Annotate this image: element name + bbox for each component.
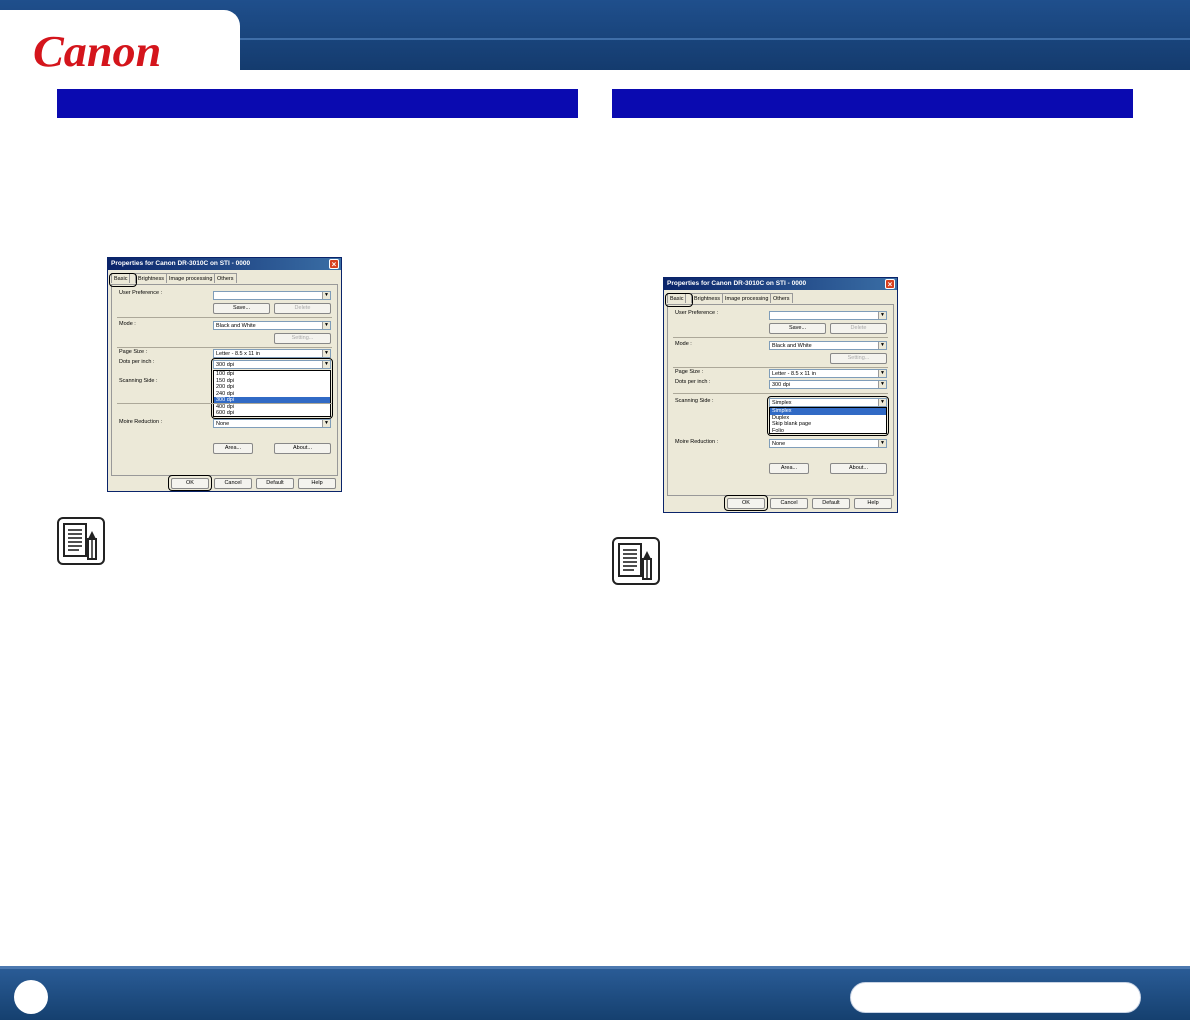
user-pref-label: User Preference :	[119, 290, 163, 296]
help-button[interactable]: Help	[298, 478, 336, 489]
scan-side-label: Scanning Side :	[675, 398, 714, 404]
page-header: Canon	[0, 0, 1190, 76]
canon-logo: Canon	[32, 27, 162, 76]
dialog-title: Properties for Canon DR-3010C on STI - 0…	[111, 260, 251, 267]
properties-dialog-scanning-side: Properties for Canon DR-3010C on STI - 0…	[663, 277, 898, 513]
mode-select[interactable]: Black and White ▼	[213, 321, 331, 330]
default-button[interactable]: Default	[812, 498, 850, 509]
dialog-title-bar: Properties for Canon DR-3010C on STI - 0…	[664, 278, 897, 290]
tab-image-processing[interactable]: Image processing	[166, 273, 216, 283]
close-icon[interactable]: ×	[329, 259, 339, 269]
note-pencil-icon	[612, 537, 660, 585]
page-size-label: Page Size :	[675, 369, 704, 375]
highlight-ring-ok	[168, 475, 212, 491]
default-button[interactable]: Default	[256, 478, 294, 489]
page-size-value: Letter - 8.5 x 11 in	[772, 371, 816, 377]
dpi-label: Dots per inch :	[119, 359, 155, 365]
footer-nav-pill[interactable]	[850, 982, 1141, 1013]
highlight-ring-ok	[724, 495, 768, 511]
page-size-select[interactable]: Letter - 8.5 x 11 in ▼	[213, 349, 331, 358]
cancel-button[interactable]: Cancel	[770, 498, 808, 509]
moire-label: Moire Reduction :	[119, 419, 163, 425]
tab-others[interactable]: Others	[770, 293, 793, 303]
help-button[interactable]: Help	[854, 498, 892, 509]
setting-button[interactable]: Setting...	[274, 333, 331, 344]
scan-side-label: Scanning Side :	[119, 378, 158, 384]
highlight-ring-scan-side	[767, 396, 889, 436]
about-button[interactable]: About...	[274, 443, 331, 454]
dialog-title-bar: Properties for Canon DR-3010C on STI - 0…	[108, 258, 341, 270]
dialog-title: Properties for Canon DR-3010C on STI - 0…	[667, 280, 807, 287]
save-button[interactable]: Save...	[213, 303, 270, 314]
manual-page: Canon Properties for Canon DR-3010C on S…	[0, 0, 1190, 1020]
page-number-circle	[14, 980, 48, 1014]
user-pref-label: User Preference :	[675, 310, 719, 316]
highlight-ring-basic-tab	[109, 273, 137, 287]
delete-button[interactable]: Delete	[830, 323, 887, 334]
dialog-tabs: Basic Brightness Image processing Others	[664, 293, 897, 303]
dpi-select[interactable]: 300 dpi ▼	[769, 380, 887, 389]
mode-label: Mode :	[675, 341, 692, 347]
section-header-left	[57, 89, 578, 118]
close-icon[interactable]: ×	[885, 279, 895, 289]
dpi-value: 300 dpi	[772, 382, 791, 388]
save-button[interactable]: Save...	[769, 323, 826, 334]
about-button[interactable]: About...	[830, 463, 887, 474]
tab-others[interactable]: Others	[214, 273, 237, 283]
area-button[interactable]: Area...	[769, 463, 809, 474]
basic-panel: User Preference : ▼ Save... Delete Mode …	[667, 304, 894, 496]
section-header-right	[612, 89, 1133, 118]
delete-button[interactable]: Delete	[274, 303, 331, 314]
dialog-tabs: Basic Brightness Image processing Others	[108, 273, 341, 283]
cancel-button[interactable]: Cancel	[214, 478, 252, 489]
note-pencil-icon	[57, 517, 105, 565]
highlight-ring-basic-tab	[665, 293, 693, 307]
mode-value: Black and White	[216, 323, 256, 329]
page-footer	[0, 966, 1190, 1020]
logo-tab: Canon	[0, 10, 240, 76]
mode-value: Black and White	[772, 343, 812, 349]
user-pref-select[interactable]: ▼	[769, 311, 887, 320]
moire-value: None	[772, 441, 786, 447]
moire-select[interactable]: None ▼	[213, 419, 331, 428]
highlight-ring-dpi	[211, 358, 333, 419]
properties-dialog-dpi: Properties for Canon DR-3010C on STI - 0…	[107, 257, 342, 492]
tab-brightness[interactable]: Brightness	[135, 273, 167, 283]
dpi-label: Dots per inch :	[675, 379, 711, 385]
mode-label: Mode :	[119, 321, 136, 327]
setting-button[interactable]: Setting...	[830, 353, 887, 364]
tab-image-processing[interactable]: Image processing	[722, 293, 772, 303]
area-button[interactable]: Area...	[213, 443, 253, 454]
page-size-value: Letter - 8.5 x 11 in	[216, 351, 260, 357]
moire-label: Moire Reduction :	[675, 439, 719, 445]
moire-select[interactable]: None ▼	[769, 439, 887, 448]
user-pref-select[interactable]: ▼	[213, 291, 331, 300]
tab-brightness[interactable]: Brightness	[691, 293, 723, 303]
page-size-select[interactable]: Letter - 8.5 x 11 in ▼	[769, 369, 887, 378]
page-size-label: Page Size :	[119, 349, 148, 355]
moire-value: None	[216, 421, 230, 427]
basic-panel: User Preference : ▼ Save... Delete Mode …	[111, 284, 338, 476]
mode-select[interactable]: Black and White ▼	[769, 341, 887, 350]
